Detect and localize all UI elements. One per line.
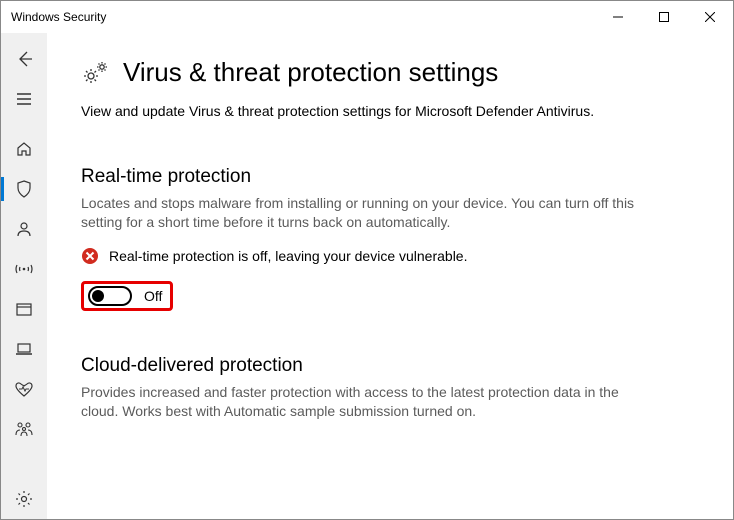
person-icon [15,220,33,238]
laptop-icon [15,340,33,358]
highlight-annotation: Off [81,281,173,311]
error-icon [81,247,99,265]
home-icon [15,140,33,158]
main-content: Virus & threat protection settings View … [47,33,733,519]
window-title: Windows Security [11,10,595,24]
realtime-heading: Real-time protection [81,166,693,188]
realtime-toggle-label: Off [144,288,162,304]
realtime-description: Locates and stops malware from installin… [81,194,641,233]
nav-menu-button[interactable] [1,79,47,119]
window-controls [595,1,733,33]
nav-firewall[interactable] [1,249,47,289]
realtime-toggle[interactable] [88,286,132,306]
heart-icon [14,380,34,398]
cloud-heading: Cloud-delivered protection [81,355,693,377]
nav-home[interactable] [1,129,47,169]
toggle-knob [92,290,104,302]
gears-icon [81,59,111,87]
page-description: View and update Virus & threat protectio… [81,102,641,122]
nav-device-security[interactable] [1,329,47,369]
close-button[interactable] [687,1,733,33]
maximize-button[interactable] [641,1,687,33]
back-arrow-icon [15,50,33,68]
hamburger-icon [15,90,33,108]
page-header: Virus & threat protection settings [81,57,693,88]
nav-virus-protection[interactable] [1,169,47,209]
nav-account-protection[interactable] [1,209,47,249]
sidebar [1,33,47,519]
minimize-button[interactable] [595,1,641,33]
nav-family-options[interactable] [1,409,47,449]
family-icon [14,420,34,438]
nav-settings[interactable] [1,479,47,519]
titlebar: Windows Security [1,1,733,33]
gear-icon [15,490,33,508]
app-icon [15,300,33,318]
signal-icon [14,260,34,278]
page-title: Virus & threat protection settings [123,57,498,88]
realtime-warning-text: Real-time protection is off, leaving you… [109,248,467,264]
back-button[interactable] [1,39,47,79]
realtime-warning-row: Real-time protection is off, leaving you… [81,247,693,265]
nav-app-browser-control[interactable] [1,289,47,329]
shield-icon [15,179,33,199]
nav-device-performance[interactable] [1,369,47,409]
cloud-description: Provides increased and faster protection… [81,383,641,422]
